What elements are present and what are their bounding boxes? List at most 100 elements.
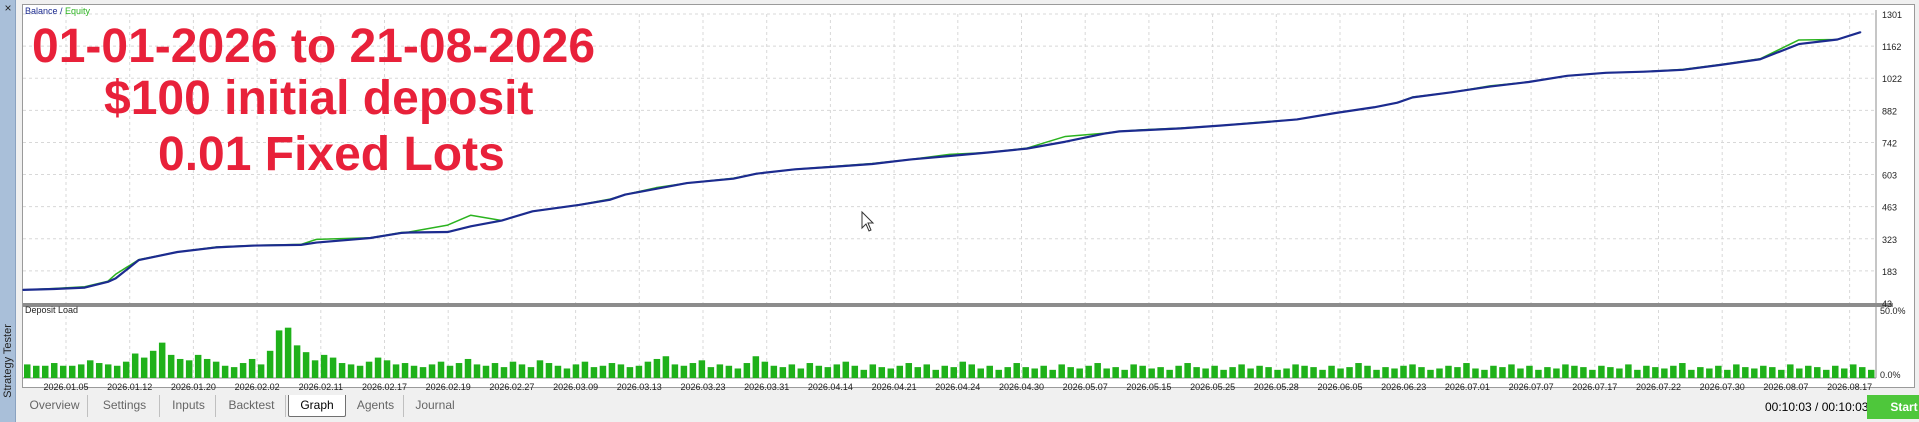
deposit-load-bar (1724, 369, 1731, 378)
deposit-load-bar (1418, 367, 1425, 378)
tab-graph[interactable]: Graph (288, 395, 346, 417)
deposit-load-bar (1445, 365, 1452, 378)
deposit-load-y-tick: 0.0% (1880, 370, 1901, 380)
tab-agents[interactable]: Agents (348, 395, 404, 417)
balance-point (1141, 129, 1144, 132)
deposit-load-bar (266, 350, 274, 378)
deposit-load-bar (1094, 363, 1101, 378)
deposit-load-bar (896, 365, 904, 378)
deposit-load-bar (1337, 368, 1344, 378)
deposit-load-bar (1787, 364, 1794, 378)
x-tick-label: 2026.02.27 (489, 382, 534, 392)
deposit-load-bar (50, 363, 58, 378)
deposit-load-bar (698, 360, 706, 378)
x-tick-label: 2026.05.28 (1254, 382, 1299, 392)
deposit-load-bar (149, 350, 157, 378)
deposit-load-bar (212, 361, 220, 378)
balance-point (608, 199, 611, 201)
deposit-load-bar (1022, 367, 1029, 378)
balance-point (755, 172, 758, 175)
deposit-load-bar (509, 361, 517, 378)
deposit-load-bar (140, 357, 148, 378)
deposit-load-bar (1229, 367, 1236, 378)
deposit-load-bar (1391, 368, 1398, 378)
x-tick-label: 2026.03.31 (744, 382, 789, 392)
deposit-load-bar (131, 353, 139, 378)
deposit-load-bar (1139, 365, 1146, 378)
x-tick-label: 2026.07.17 (1572, 382, 1617, 392)
deposit-load-bar (869, 364, 877, 378)
x-tick-label: 2026.01.05 (43, 382, 88, 392)
balance-point (114, 277, 117, 280)
deposit-load-bar (1364, 365, 1371, 378)
deposit-load-bar (770, 365, 778, 378)
deposit-load-bar (1238, 364, 1245, 378)
balance-point (624, 193, 627, 196)
deposit-load-bar (1535, 369, 1542, 378)
balance-point (1180, 127, 1182, 130)
deposit-load-bar (1481, 369, 1488, 378)
deposit-load-bar (563, 368, 571, 378)
deposit-load-bar (446, 365, 454, 378)
balance-point (794, 168, 796, 171)
deposit-load-bar (473, 364, 481, 378)
balance-point (300, 244, 302, 246)
tab-overview[interactable]: Overview (22, 395, 88, 417)
x-tick-label: 2026.05.25 (1190, 382, 1235, 392)
deposit-load-bar (239, 363, 247, 378)
tab-settings[interactable]: Settings (90, 395, 160, 417)
balance-point (1296, 118, 1298, 121)
deposit-load-bar (257, 364, 265, 378)
deposit-load-bar (437, 361, 445, 378)
deposit-load-bar (518, 364, 526, 378)
tab-journal[interactable]: Journal (406, 395, 464, 417)
deposit-load-bar (1499, 367, 1506, 378)
deposit-load-bar (32, 365, 40, 378)
balance-point (470, 225, 472, 228)
deposit-load-bar (1868, 369, 1875, 378)
deposit-load-bar (95, 363, 103, 378)
deposit-load-bar (1148, 368, 1155, 378)
deposit-load-bar (1796, 368, 1803, 378)
deposit-load-bar (347, 364, 355, 378)
chart-legend: Balance / Equity (25, 6, 91, 16)
start-button[interactable]: Start (1867, 395, 1919, 419)
deposit-load-bar (203, 358, 211, 378)
balance-point (315, 241, 318, 244)
deposit-load-bar (1517, 368, 1524, 378)
x-tick-label: 2026.04.24 (935, 382, 980, 392)
deposit-load-bar (1265, 367, 1272, 378)
deposit-load-bar (176, 358, 184, 378)
deposit-load-bar (824, 367, 832, 378)
x-tick-label: 2026.07.01 (1445, 382, 1490, 392)
deposit-load-bar (1616, 368, 1623, 378)
deposit-load-bar (230, 367, 238, 378)
deposit-load-bar (1211, 365, 1218, 378)
deposit-load-bar (329, 357, 337, 378)
deposit-load-bar (1283, 368, 1290, 378)
x-tick-label: 2026.04.30 (999, 382, 1044, 392)
deposit-load-bar (1544, 367, 1551, 378)
deposit-load-bar (338, 363, 346, 378)
deposit-load-bar (1220, 369, 1227, 378)
balance-point (1103, 132, 1105, 135)
legend-equity: Equity (65, 6, 91, 16)
deposit-load-bar (1085, 365, 1092, 378)
deposit-load-bar (1706, 368, 1713, 378)
deposit-load-bar (527, 367, 535, 378)
deposit-load-bar (1589, 369, 1596, 378)
deposit-load-bar (905, 363, 913, 378)
deposit-load-bar (1355, 363, 1362, 378)
deposit-load-bar (1697, 367, 1704, 378)
y-tick-label: 742 (1882, 138, 1897, 148)
deposit-load-bar (167, 354, 175, 378)
deposit-load-bar (752, 356, 760, 378)
tab-inputs[interactable]: Inputs (162, 395, 216, 417)
deposit-load-bar (1130, 364, 1137, 378)
annotation-initial-deposit: $100 initial deposit (104, 72, 533, 125)
deposit-load-bar (950, 367, 957, 378)
deposit-load-bar (77, 364, 85, 378)
tab-backtest[interactable]: Backtest (218, 395, 286, 417)
deposit-load-bar (1076, 368, 1083, 378)
deposit-load-bar (590, 367, 598, 378)
